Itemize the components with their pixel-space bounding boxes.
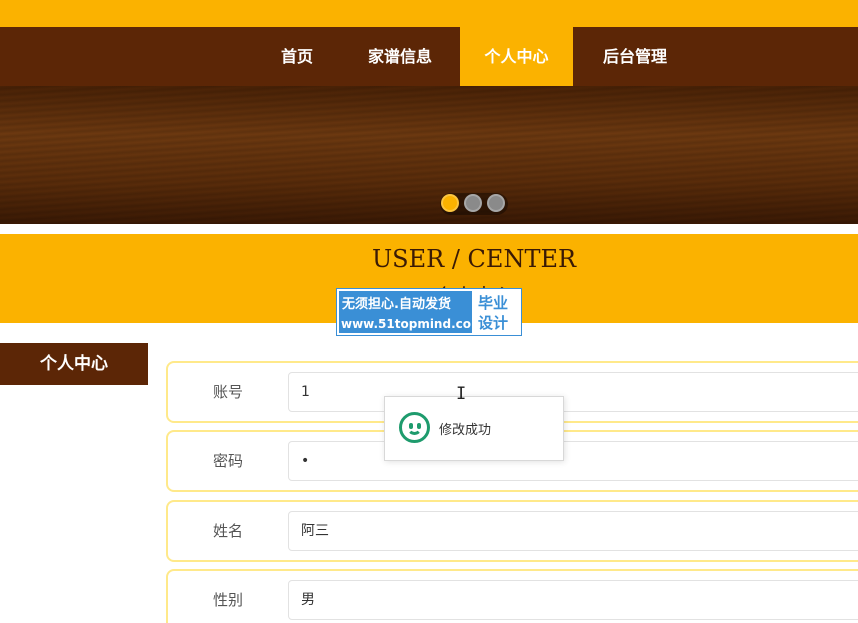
top-strip xyxy=(0,0,858,27)
form-row-name: 姓名 阿三 xyxy=(166,500,858,562)
account-input[interactable]: 1 xyxy=(288,372,858,412)
carousel-dot-1[interactable] xyxy=(441,194,459,212)
sidebar-title[interactable]: 个人中心 xyxy=(0,343,148,385)
password-input[interactable]: • xyxy=(288,441,858,481)
nav-item-admin[interactable]: 后台管理 xyxy=(585,27,685,86)
account-label: 账号 xyxy=(212,383,243,401)
toast-message: 修改成功 xyxy=(439,423,492,438)
text-cursor-icon: I xyxy=(456,384,467,404)
spacer xyxy=(0,224,858,234)
carousel-dot-2[interactable] xyxy=(464,194,482,212)
banner-carousel xyxy=(0,86,858,224)
watermark-line2: www.51topmind.com xyxy=(341,317,484,331)
watermark-badge-line1: 毕业 xyxy=(478,294,509,312)
page: 首页 家谱信息 个人中心 后台管理 USER / CENTER 个人中心 无须担… xyxy=(0,0,858,623)
name-label: 姓名 xyxy=(212,522,243,540)
gender-label: 性别 xyxy=(212,591,243,609)
smile-icon xyxy=(399,412,430,443)
carousel-dot-3[interactable] xyxy=(487,194,505,212)
password-label: 密码 xyxy=(212,452,243,470)
nav-item-genealogy[interactable]: 家谱信息 xyxy=(350,27,450,86)
nav-item-personal-center[interactable]: 个人中心 xyxy=(460,27,573,86)
watermark-badge-line2: 设计 xyxy=(478,314,509,332)
section-title-en: USER / CENTER xyxy=(371,245,577,273)
gender-input[interactable]: 男 xyxy=(288,580,858,620)
watermark-line1: 无须担心.自动发货 xyxy=(342,297,451,312)
smile-icon-mouth xyxy=(407,425,422,435)
nav-item-home[interactable]: 首页 xyxy=(262,27,332,86)
form-row-gender: 性别 男 xyxy=(166,569,858,623)
main-nav: 首页 家谱信息 个人中心 后台管理 xyxy=(0,27,858,86)
name-input[interactable]: 阿三 xyxy=(288,511,858,551)
